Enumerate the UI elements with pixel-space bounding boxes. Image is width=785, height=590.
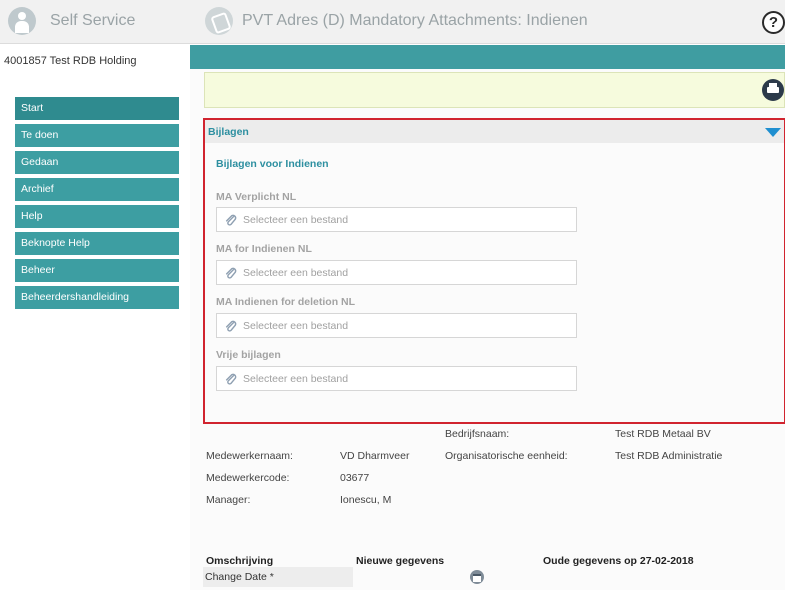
- section-title: Bijlagen: [208, 126, 249, 138]
- attachment-icon: [205, 7, 233, 35]
- app-brand[interactable]: Self Service: [8, 7, 135, 35]
- sidebar-item-start[interactable]: Start: [15, 97, 179, 120]
- header-band: [190, 45, 785, 69]
- file-select-ma-for-indienen[interactable]: Selecteer een bestand: [216, 260, 577, 285]
- file-select-placeholder: Selecteer een bestand: [243, 320, 349, 332]
- manager-value: Ionescu, M: [340, 494, 392, 506]
- sidebar-item-te-doen[interactable]: Te doen: [15, 124, 179, 147]
- field-label-ma-verplicht: MA Verplicht NL: [216, 191, 297, 203]
- file-select-placeholder: Selecteer een bestand: [243, 373, 349, 385]
- help-icon[interactable]: ?: [762, 11, 785, 34]
- field-label-ma-indienen-deletion: MA Indienen for deletion NL: [216, 296, 356, 308]
- paperclip-icon: [225, 214, 237, 226]
- file-select-placeholder: Selecteer een bestand: [243, 267, 349, 279]
- change-date-row: Change Date *: [203, 567, 353, 587]
- sidebar-item-beheer[interactable]: Beheer: [15, 259, 179, 282]
- company-name: 4001857 Test RDB Holding: [4, 55, 137, 67]
- col-description: Omschrijving: [206, 555, 274, 567]
- company-value: Test RDB Metaal BV: [615, 428, 711, 440]
- org-unit-value: Test RDB Administratie: [615, 450, 723, 462]
- sidebar-nav: Start Te doen Gedaan Archief Help Beknop…: [15, 97, 179, 313]
- org-unit-label: Organisatorische eenheid:: [445, 450, 568, 462]
- field-label-ma-for-indienen: MA for Indienen NL: [216, 243, 312, 255]
- main-content: Bijlagen Bijlagen voor Indienen MA Verpl…: [190, 45, 785, 590]
- print-icon[interactable]: [762, 79, 784, 101]
- section-header[interactable]: Bijlagen: [205, 120, 784, 143]
- employee-code-value: 03677: [340, 472, 370, 484]
- file-select-vrije-bijlagen[interactable]: Selecteer een bestand: [216, 366, 577, 391]
- app-title: Self Service: [50, 12, 136, 29]
- paperclip-icon: [225, 373, 237, 385]
- file-select-ma-indienen-deletion[interactable]: Selecteer een bestand: [216, 313, 577, 338]
- file-select-placeholder: Selecteer een bestand: [243, 214, 349, 226]
- page-header: PVT Adres (D) Mandatory Attachments: Ind…: [205, 7, 588, 35]
- collapse-arrow-icon[interactable]: [765, 128, 781, 137]
- sidebar: 4001857 Test RDB Holding Start Te doen G…: [0, 45, 190, 590]
- company-label: Bedrijfsnaam:: [445, 428, 510, 440]
- field-label-vrije-bijlagen: Vrije bijlagen: [216, 349, 281, 361]
- manager-label: Manager:: [206, 494, 251, 506]
- employee-name-label: Medewerkernaam:: [206, 450, 293, 462]
- paperclip-icon: [225, 320, 237, 332]
- sidebar-item-beheerdershandleiding[interactable]: Beheerdershandleiding: [15, 286, 179, 309]
- sidebar-item-help[interactable]: Help: [15, 205, 179, 228]
- top-bar: Self Service PVT Adres (D) Mandatory Att…: [0, 0, 785, 44]
- sidebar-item-gedaan[interactable]: Gedaan: [15, 151, 179, 174]
- paperclip-icon: [225, 267, 237, 279]
- file-select-ma-verplicht[interactable]: Selecteer een bestand: [216, 207, 577, 232]
- page-title: PVT Adres (D) Mandatory Attachments: Ind…: [242, 12, 588, 29]
- info-panel: [204, 72, 785, 108]
- sidebar-item-archief[interactable]: Archief: [15, 178, 179, 201]
- col-old-data: Oude gegevens op 27-02-2018: [543, 555, 694, 567]
- calendar-icon[interactable]: [470, 570, 484, 584]
- change-date-label: Change Date *: [205, 571, 274, 583]
- employee-code-label: Medewerkercode:: [206, 472, 290, 484]
- col-new-data: Nieuwe gegevens: [356, 555, 445, 567]
- sidebar-item-beknopte-help[interactable]: Beknopte Help: [15, 232, 179, 255]
- employee-name-value: VD Dharmveer: [340, 450, 410, 462]
- user-avatar-icon: [8, 7, 36, 35]
- attachments-section: Bijlagen Bijlagen voor Indienen MA Verpl…: [203, 118, 785, 424]
- attachments-subtitle: Bijlagen voor Indienen: [216, 158, 329, 170]
